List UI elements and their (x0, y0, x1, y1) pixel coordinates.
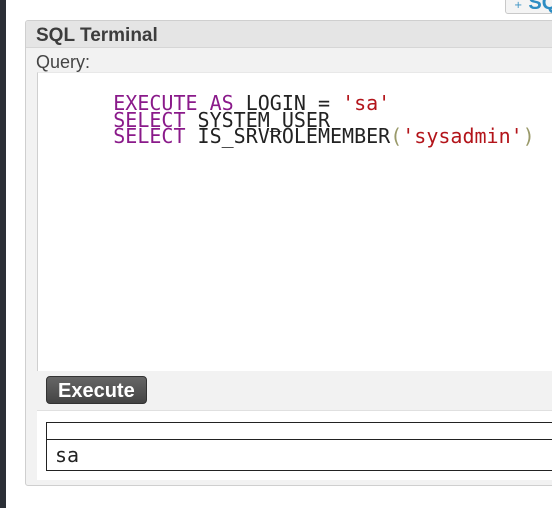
code-token: IS_SRVROLEMEMBER (185, 124, 391, 148)
panel-header: SQL Terminal (26, 21, 552, 48)
add-sql-tab[interactable]: + SQ (505, 0, 552, 14)
plus-icon: + (514, 0, 523, 11)
code-token: 'sysadmin' (402, 124, 523, 148)
execute-button[interactable]: Execute (46, 376, 147, 404)
add-sql-tab-label: SQ (528, 0, 552, 14)
code-token: ) (522, 124, 535, 148)
code-line-3: SELECT IS_SRVROLEMEMBER('sysadmin') (41, 106, 535, 166)
code-token: SELECT (113, 124, 186, 148)
results-cell: sa (55, 443, 80, 467)
window-left-edge (0, 0, 6, 508)
query-label: Query: (36, 52, 91, 72)
results-table: sa (46, 422, 552, 471)
panel-title: SQL Terminal (36, 25, 158, 46)
query-editor[interactable]: EXECUTE AS LOGIN = 'sa' SELECT SYSTEM_US… (37, 72, 552, 371)
code-token: ( (390, 124, 403, 148)
results-column-header (46, 422, 552, 440)
results-header-row (46, 422, 552, 440)
sql-terminal-panel: SQL Terminal Query: EXECUTE AS LOGIN = '… (25, 20, 552, 486)
table-row: sa (47, 440, 552, 471)
results-area: sa (37, 410, 552, 480)
